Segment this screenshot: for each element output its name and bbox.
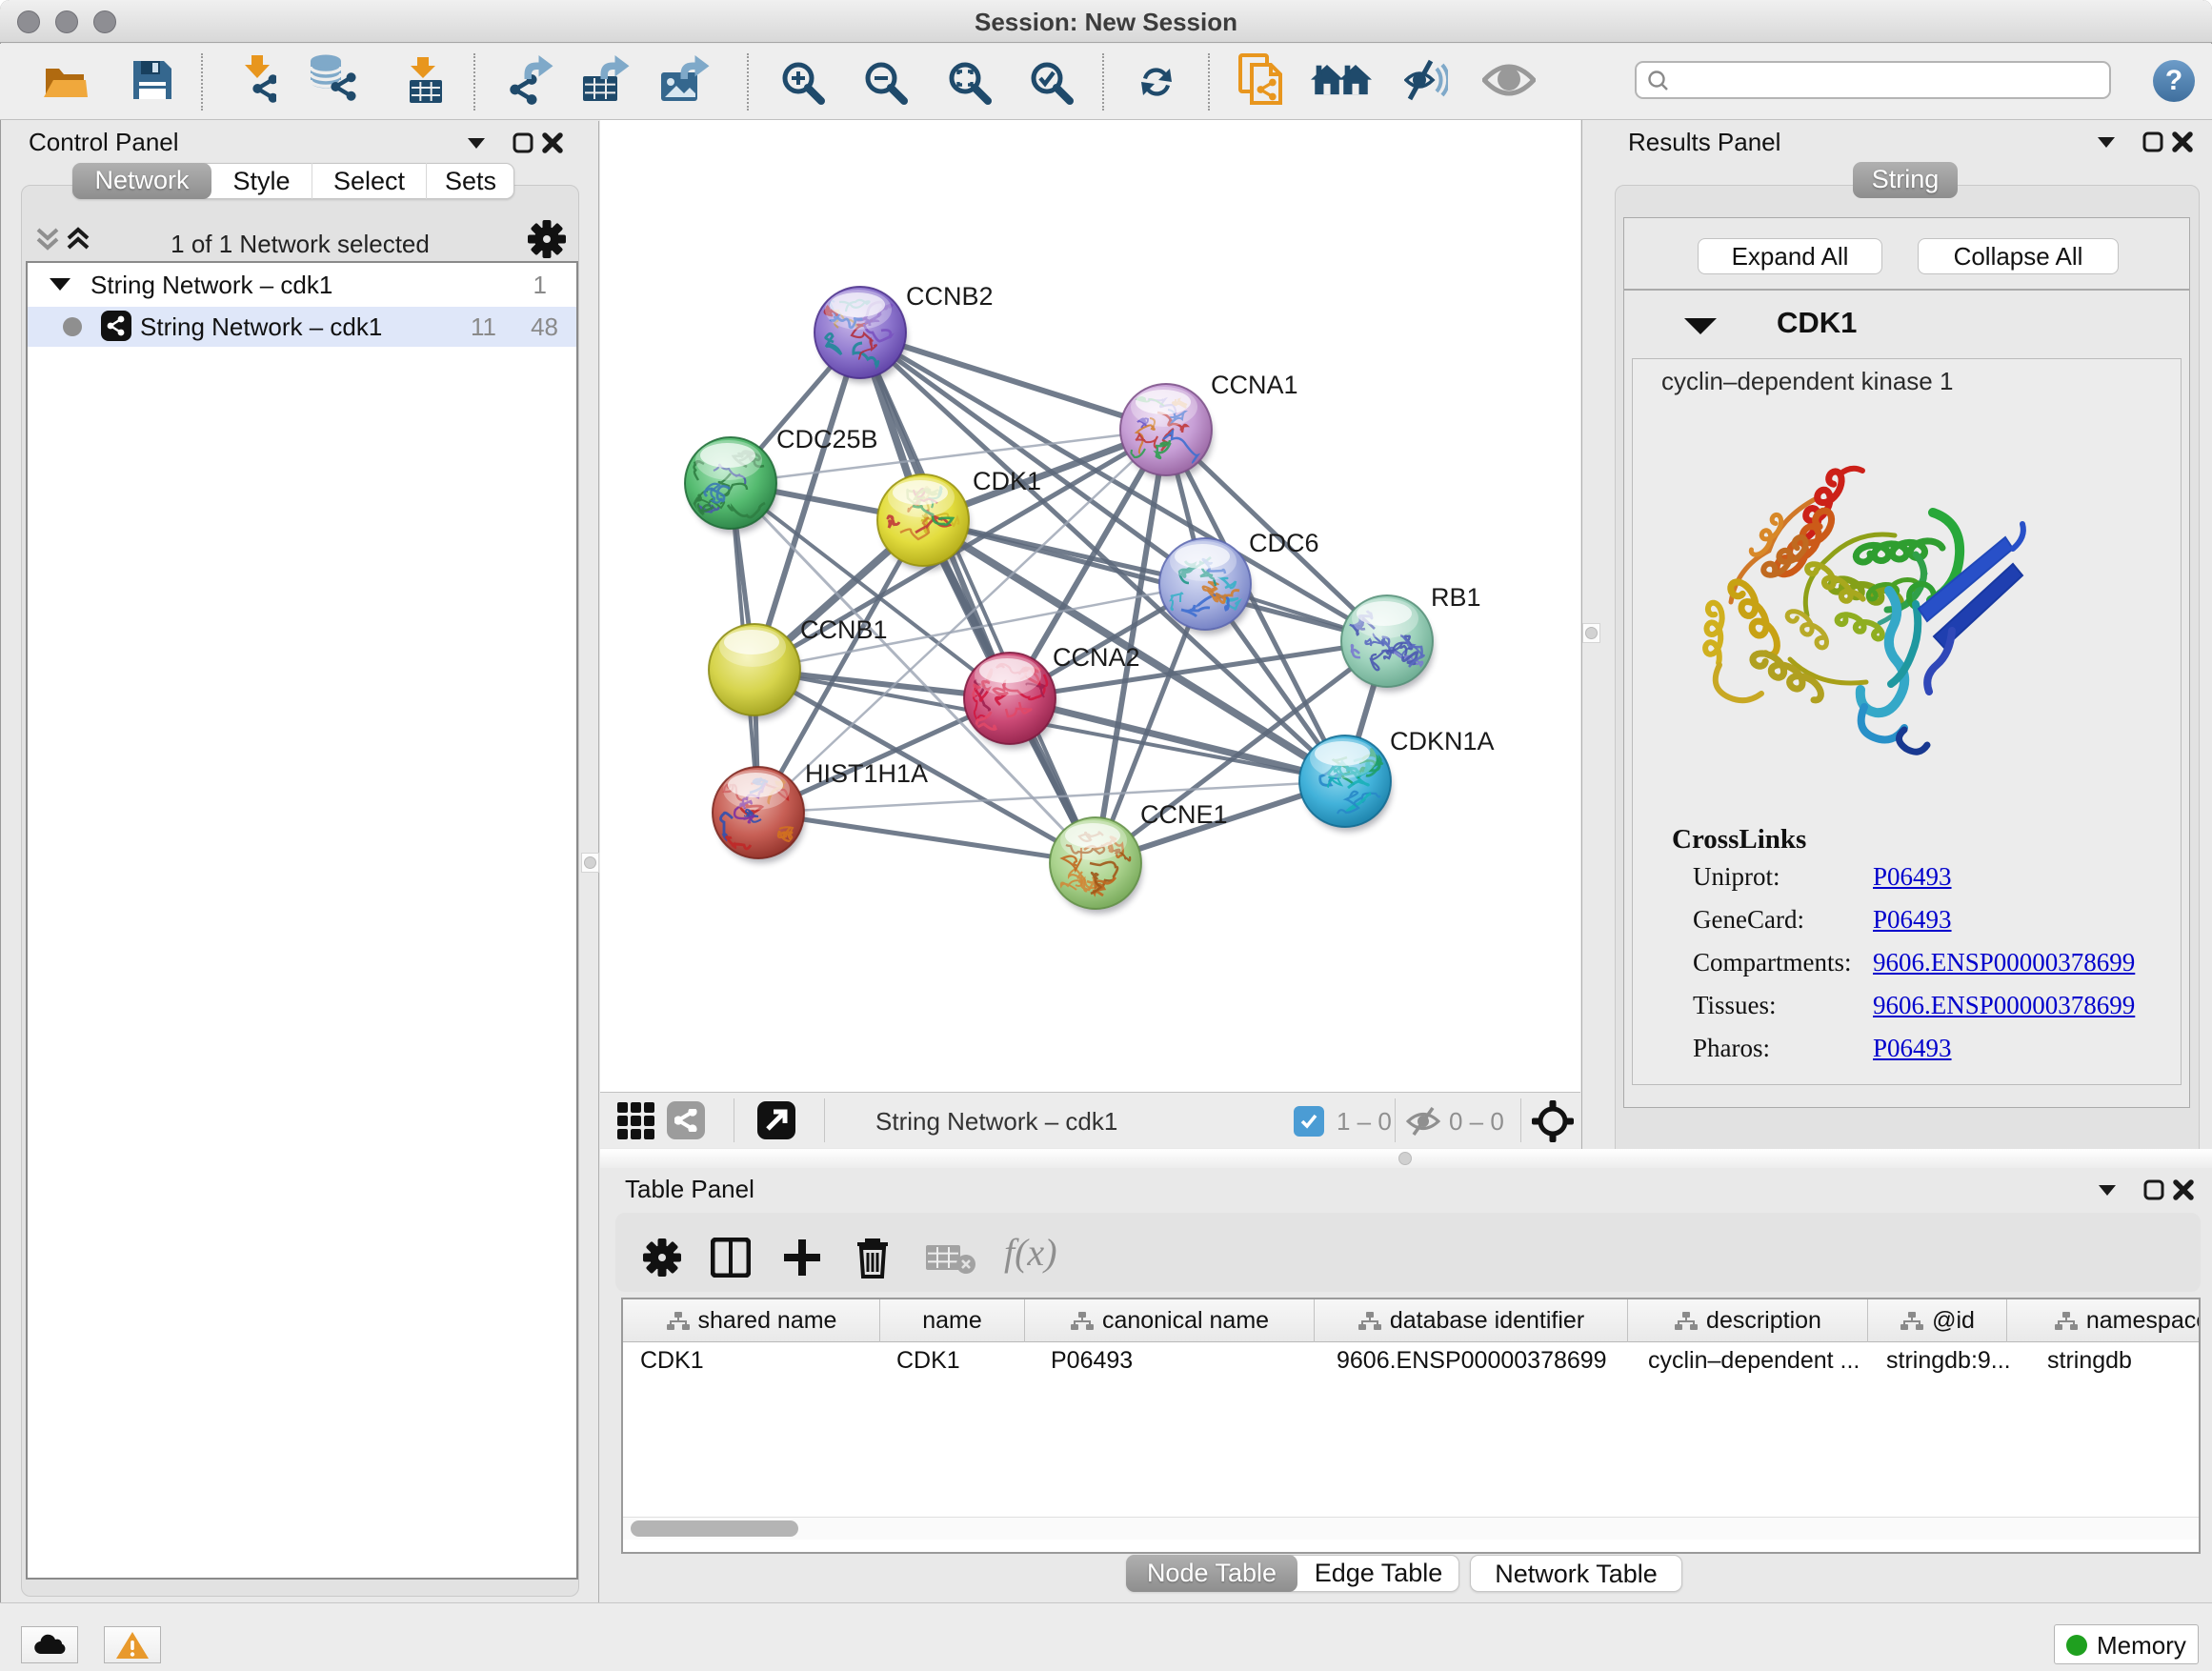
svg-text:CDC6: CDC6 [1249, 529, 1319, 557]
svg-text:CCNA2: CCNA2 [1053, 643, 1140, 672]
svg-text:HIST1H1A: HIST1H1A [805, 759, 928, 788]
svg-text:CDK1: CDK1 [973, 467, 1041, 495]
svg-text:RB1: RB1 [1431, 583, 1481, 612]
svg-text:CCNE1: CCNE1 [1140, 800, 1228, 829]
svg-text:CCNA1: CCNA1 [1211, 371, 1298, 399]
svg-text:CCNB1: CCNB1 [800, 615, 888, 644]
svg-text:CDKN1A: CDKN1A [1390, 727, 1495, 755]
svg-text:CDC25B: CDC25B [776, 425, 878, 453]
svg-text:CCNB2: CCNB2 [906, 282, 994, 311]
